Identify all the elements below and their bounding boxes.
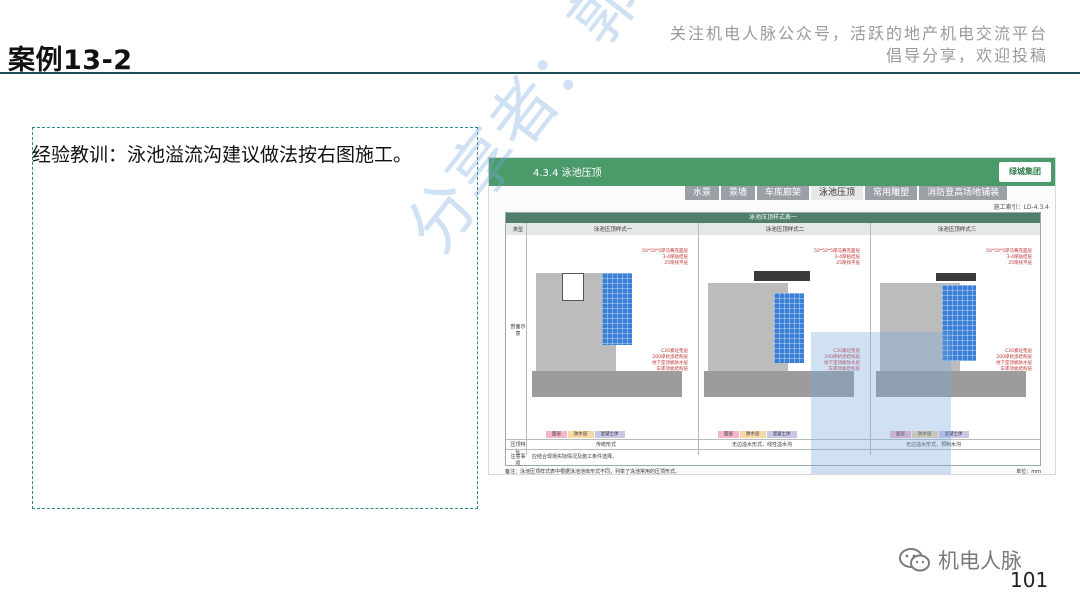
drawing-unit: 单位：mm xyxy=(1016,469,1041,475)
row-label-note: 注意事项 xyxy=(510,454,526,467)
note-text: 应结合现场实际情况及施工条件选择。 xyxy=(532,454,618,460)
lesson-text: 经验教训：泳池溢流沟建议做法按右图施工。 xyxy=(32,144,413,166)
drawing-tab-pool-cap: 泳池压顶 xyxy=(811,186,864,200)
drawing-tab-sculpture: 常用雕塑 xyxy=(865,186,918,200)
column-head-3: 泳池压顶样式三 xyxy=(937,227,977,233)
wechat-icon xyxy=(899,548,930,572)
legend-2: 面层 防水层 混凝土体 xyxy=(718,431,797,438)
drawing-tab-garage: 车库廊架 xyxy=(757,186,810,200)
drawing-ref: 施工索引：LD-4.3.4 xyxy=(993,204,1049,211)
drawing-table: 泳池压顶样式表一 类型 剖面示意 泳池压顶样式一 泳池压顶样式二 泳池压顶样式三… xyxy=(505,212,1041,467)
col-separator xyxy=(698,223,699,455)
row-label-type: 类型 xyxy=(512,227,523,233)
cap-feature-1: 传统形式 xyxy=(596,442,617,448)
drawing-header: 4.3.4 泳池压顶 绿城集团 xyxy=(489,158,1055,186)
greentown-logo: 绿城集团 xyxy=(999,162,1051,182)
page-number: 101 xyxy=(1010,568,1049,592)
drawing-tabs: 水景 景墙 车库廊架 泳池压顶 常用雕塑 消防登高场地铺装 xyxy=(685,186,1008,200)
promo-line-1: 关注机电人脉公众号，活跃的地产机电交流平台 xyxy=(669,24,1048,43)
drawing-footnote: 备注：泳池压顶样式表中根据泳池池体形式不同，列举了泳池常用的压顶形式。 xyxy=(505,469,681,475)
pool-section-detail-1: 50*50*5厚马赛克面层 3-4厚粘结层 25厚找平层 C20素砼垫层 200厚抗渗… xyxy=(532,243,692,413)
row-label-section: 剖面示意 xyxy=(510,324,526,337)
column-head-2: 泳池压顶样式二 xyxy=(765,227,805,233)
watermark-seal-overlay xyxy=(811,332,951,474)
drawing-tab-wall: 景墙 xyxy=(721,186,756,200)
brand-mark: 机电人脉 xyxy=(898,545,1022,575)
construction-drawing: 4.3.4 泳池压顶 绿城集团 水景 景墙 车库廊架 泳池压顶 常用雕塑 消防登… xyxy=(488,157,1056,475)
drawing-tab-water: 水景 xyxy=(685,186,720,200)
promo-line-2: 倡导分享，欢迎投稿 xyxy=(885,46,1048,65)
cap-feature-2: 无边溢水形式，线性溢水沟 xyxy=(732,442,793,448)
column-head-1: 泳池压顶样式一 xyxy=(593,227,633,233)
drawing-tab-fire: 消防登高场地铺装 xyxy=(919,186,1008,200)
drawing-section-title: 4.3.4 泳池压顶 xyxy=(533,168,602,179)
drawing-table-title: 泳池压顶样式表一 xyxy=(506,213,1040,223)
pool-water xyxy=(602,273,632,345)
col-separator xyxy=(526,223,527,455)
legend-1: 面层 防水层 混凝土体 xyxy=(546,431,625,438)
